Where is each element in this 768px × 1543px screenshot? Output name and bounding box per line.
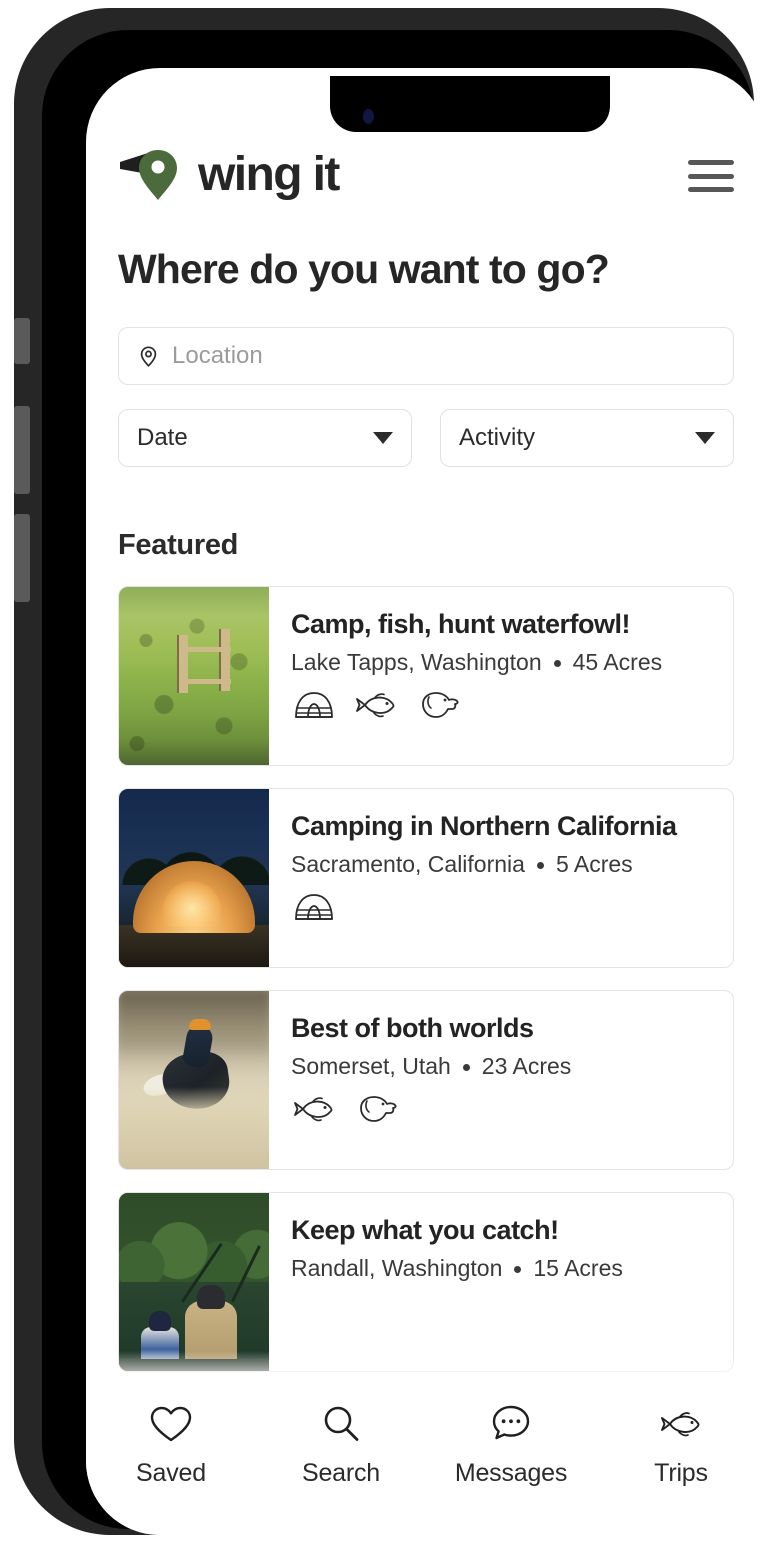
listing-acreage: 45 Acres (572, 649, 663, 676)
phone-volume-up-button[interactable] (14, 406, 30, 494)
hamburger-menu-icon[interactable] (688, 158, 734, 192)
listing-card[interactable]: Keep what you catch! Randall, Washington… (118, 1192, 734, 1373)
angler-adult-cap (197, 1285, 225, 1310)
listing-meta: Somerset, Utah 23 Acres (291, 1053, 713, 1081)
phone-mute-switch[interactable] (14, 318, 30, 364)
front-camera-icon (363, 109, 374, 124)
page-title: Where do you want to go? (118, 246, 610, 292)
location-placeholder: Location (172, 342, 263, 370)
angler-child-head (149, 1311, 171, 1332)
hamburger-line (688, 173, 734, 179)
listing-card[interactable]: Camping in Northern California Sacrament… (118, 788, 734, 969)
listing-thumbnail (119, 789, 269, 968)
listing-acreage: 23 Acres (481, 1053, 572, 1080)
meta-separator-dot (536, 861, 544, 869)
listing-activity-icons (291, 1093, 713, 1125)
nav-item-saved[interactable]: Saved (91, 1401, 251, 1486)
listing-title: Keep what you catch! (291, 1215, 559, 1246)
meta-separator-dot (514, 1265, 522, 1273)
thumbnail-tent-at-dusk-image (119, 789, 269, 968)
activity-select-label: Activity (459, 424, 536, 452)
meta-separator-dot (462, 1063, 470, 1071)
angler-adult (185, 1301, 237, 1366)
listing-body: Camp, fish, hunt waterfowl! Lake Tapps, … (269, 587, 733, 765)
listing-thumbnail (119, 1193, 269, 1372)
listing-meta: Lake Tapps, Washington 45 Acres (291, 649, 713, 677)
listing-thumbnail (119, 587, 269, 766)
location-input[interactable]: Location (118, 327, 734, 386)
listing-activity-icons (291, 891, 713, 923)
bird-comb (189, 1019, 211, 1031)
dock-edge (119, 1359, 269, 1372)
listing-title: Camping in Northern California (291, 811, 677, 842)
featured-section-title: Featured (118, 529, 239, 562)
nav-item-trips[interactable]: Trips (601, 1401, 761, 1486)
nav-label-search: Search (301, 1459, 380, 1487)
filter-row: Date Activity (118, 409, 734, 468)
app-root: wing it Where do you want to go? Locatio… (86, 68, 766, 1535)
listing-title: Best of both worlds (291, 1013, 534, 1044)
fish-icon (356, 693, 395, 718)
nav-label-messages: Messages (454, 1459, 568, 1487)
search-icon (324, 1406, 359, 1441)
listing-location: Sacramento, California (291, 851, 525, 878)
listing-body: Best of both worlds Somerset, Utah 23 Ac… (269, 991, 733, 1169)
tent-icon (295, 692, 333, 718)
screenshot-stage: wing it Where do you want to go? Locatio… (0, 0, 768, 1543)
listing-card[interactable]: Camp, fish, hunt waterfowl! Lake Tapps, … (118, 586, 734, 767)
search-panel: Location Date Activity (118, 327, 734, 468)
map-pin-icon (140, 346, 157, 367)
listing-activity-icons (291, 689, 713, 721)
phone-volume-down-button[interactable] (14, 514, 30, 602)
fence-rail (177, 679, 231, 685)
hamburger-line (688, 187, 734, 192)
dry-grass (119, 1087, 269, 1170)
listing-acreage: 5 Acres (555, 851, 633, 878)
nav-item-search[interactable]: Search (261, 1401, 421, 1486)
listing-location: Randall, Washington (291, 1255, 503, 1282)
phone-notch (330, 76, 610, 132)
phone-frame-outer: wing it Where do you want to go? Locatio… (14, 8, 766, 1535)
listing-card[interactable]: Best of both worlds Somerset, Utah 23 Ac… (118, 990, 734, 1171)
listing-meta: Randall, Washington 15 Acres (291, 1255, 713, 1283)
fence-rail (177, 647, 231, 653)
listing-body: Keep what you catch! Randall, Washington… (269, 1193, 733, 1371)
wing-it-logo-icon (120, 150, 177, 200)
meta-separator-dot (553, 659, 561, 667)
thumbnail-grouse-image (119, 991, 269, 1170)
listing-acreage: 15 Acres (533, 1255, 623, 1282)
fish-icon (294, 1097, 333, 1122)
fish-icon (661, 1412, 700, 1437)
listing-body: Camping in Northern California Sacrament… (269, 789, 733, 967)
dog-icon (422, 692, 459, 718)
brand-name: wing it (198, 148, 340, 201)
tent-icon (295, 894, 333, 920)
message-bubble-icon (492, 1405, 530, 1440)
app-scroll-area[interactable]: wing it Where do you want to go? Locatio… (86, 68, 766, 1385)
hamburger-line (688, 160, 734, 165)
phone-frame-inner: wing it Where do you want to go? Locatio… (42, 30, 766, 1535)
heart-icon (150, 1406, 192, 1442)
date-select-label: Date (137, 424, 188, 452)
chevron-down-icon (373, 432, 393, 445)
nav-item-messages[interactable]: Messages (431, 1401, 591, 1486)
chevron-down-icon (695, 432, 715, 445)
listing-title: Camp, fish, hunt waterfowl! (291, 609, 631, 640)
phone-screen: wing it Where do you want to go? Locatio… (86, 68, 766, 1535)
brand-logo[interactable]: wing it (118, 148, 340, 202)
nav-label-saved: Saved (136, 1459, 206, 1487)
listing-thumbnail (119, 991, 269, 1170)
featured-card-list: Camp, fish, hunt waterfowl! Lake Tapps, … (118, 586, 734, 1373)
dog-icon (360, 1096, 397, 1122)
thumbnail-anglers-image (119, 1193, 269, 1372)
thumbnail-green-field-image (119, 587, 269, 766)
bottom-navigation-bar: Saved Search Messages Trips (86, 1351, 766, 1535)
nav-label-trips: Trips (654, 1459, 708, 1487)
listing-location: Lake Tapps, Washington (291, 649, 542, 676)
listing-meta: Sacramento, California 5 Acres (291, 851, 713, 879)
fence-post (177, 635, 188, 694)
date-select[interactable]: Date (118, 409, 412, 468)
activity-select[interactable]: Activity (440, 409, 734, 468)
listing-location: Somerset, Utah (291, 1053, 451, 1080)
